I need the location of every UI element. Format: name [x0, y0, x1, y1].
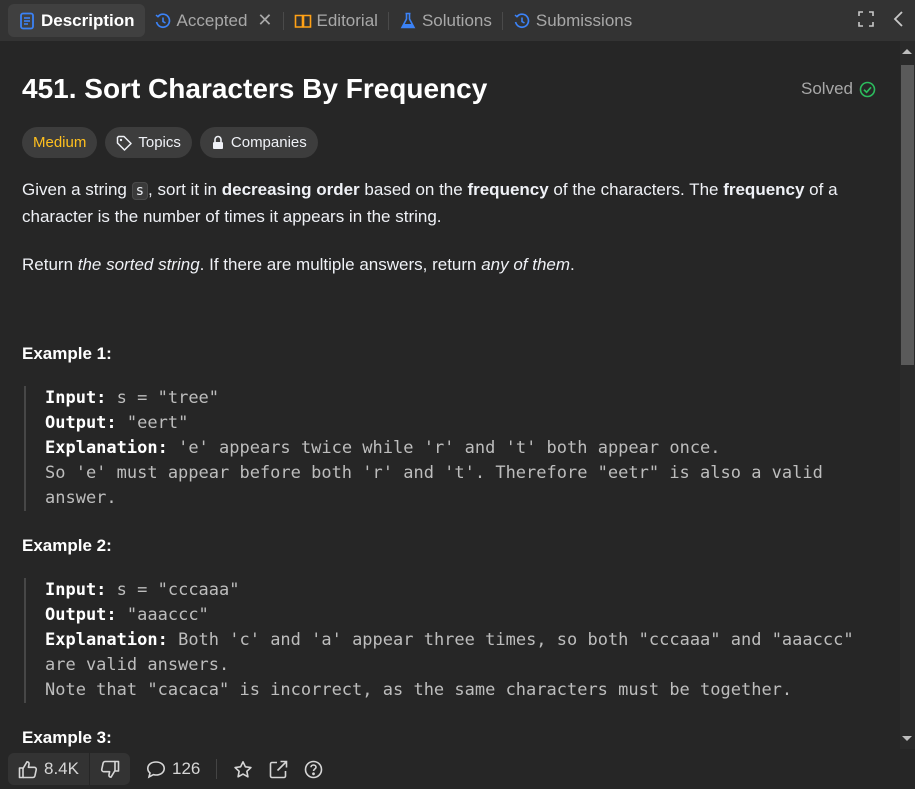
tab-divider	[387, 11, 389, 30]
input-label: Input:	[45, 388, 107, 408]
scrollbar[interactable]	[900, 41, 915, 749]
thumbs-up-icon	[18, 760, 38, 779]
input-label: Input:	[45, 580, 107, 600]
example-2-title: Example 2:	[22, 536, 112, 555]
like-button[interactable]: 8.4K	[8, 753, 89, 785]
bottom-divider	[216, 759, 218, 779]
tab-description-label: Description	[41, 10, 135, 30]
tab-editorial[interactable]: Editorial	[285, 4, 387, 37]
inline-code: s	[131, 182, 149, 200]
example-3-title: Example 3:	[22, 728, 112, 747]
collapse-icon[interactable]	[893, 10, 905, 28]
tab-bar: Description Accepted ✕ Editorial Solutio…	[0, 0, 915, 41]
solved-status: Solved	[801, 79, 876, 99]
comments-button[interactable]: 126	[146, 759, 200, 779]
text: based on the	[359, 180, 468, 199]
description-paragraph: Given a string s, sort it in decreasing …	[22, 177, 882, 230]
example-1-title: Example 1:	[22, 344, 112, 363]
tab-submissions[interactable]: Submissions	[504, 4, 641, 37]
close-icon[interactable]: ✕	[257, 10, 272, 31]
italic-text: the sorted string	[77, 255, 200, 274]
text: of the characters. The	[548, 180, 724, 199]
text: .	[570, 255, 575, 274]
maximize-icon[interactable]	[857, 10, 875, 28]
help-button[interactable]	[304, 760, 323, 779]
companies-label: Companies	[230, 134, 307, 151]
history-icon	[154, 12, 172, 30]
input-value: s = "tree"	[116, 388, 220, 408]
comment-count: 126	[171, 759, 201, 778]
lock-icon	[211, 135, 225, 150]
history-icon	[513, 12, 531, 30]
bottom-bar: 8.4K 126	[0, 749, 915, 789]
explanation-label: Explanation:	[45, 630, 168, 650]
external-link-icon	[269, 760, 288, 779]
text: . If there are multiple answers, return	[199, 255, 482, 274]
check-circle-icon	[859, 81, 876, 98]
explanation-text: So 'e' must appear before both 'r' and '…	[45, 463, 823, 483]
star-icon	[233, 760, 253, 779]
scroll-up-arrow[interactable]	[902, 49, 912, 54]
problem-description: Given a string s, sort it in decreasing …	[22, 177, 882, 300]
output-label: Output:	[45, 605, 117, 625]
topics-button[interactable]: Topics	[105, 127, 192, 158]
input-value: s = "cccaaa"	[116, 580, 240, 600]
tab-accepted[interactable]: Accepted ✕	[145, 4, 282, 37]
comment-icon	[146, 760, 166, 779]
explanation-text: 'e' appears twice while 'r' and 't' both…	[178, 438, 721, 458]
scrollbar-thumb[interactable]	[901, 65, 914, 365]
bold-text: decreasing order	[221, 180, 360, 199]
dislike-button[interactable]	[90, 753, 130, 785]
tab-editorial-label: Editorial	[316, 10, 378, 30]
text: , sort it in	[148, 180, 222, 199]
tab-solutions-label: Solutions	[421, 10, 492, 30]
output-value: "aaaccc"	[126, 605, 209, 625]
description-panel: 451. Sort Characters By Frequency Solved…	[0, 41, 900, 749]
flask-icon	[399, 12, 417, 30]
tag-icon	[116, 135, 133, 151]
favorite-button[interactable]	[233, 760, 253, 779]
vote-group: 8.4K	[8, 753, 130, 785]
problem-tags: Medium Topics Companies	[22, 127, 318, 158]
example-2-block: Input: s = "cccaaa" Output: "aaaccc" Exp…	[24, 578, 894, 703]
book-icon	[294, 12, 312, 30]
tab-description[interactable]: Description	[8, 4, 145, 37]
like-count: 8.4K	[44, 759, 79, 778]
question-circle-icon	[304, 760, 323, 779]
explanation-text: answer.	[45, 488, 117, 508]
tab-divider	[282, 11, 284, 30]
explanation-text: Both 'c' and 'a' appear three times, so …	[178, 630, 854, 650]
explanation-label: Explanation:	[45, 438, 168, 458]
share-button[interactable]	[269, 760, 288, 779]
tab-solutions[interactable]: Solutions	[390, 4, 501, 37]
tab-divider	[501, 11, 503, 30]
companies-button[interactable]: Companies	[199, 127, 318, 158]
italic-text: any of them	[481, 255, 571, 274]
description-paragraph: Return the sorted string. If there are m…	[22, 252, 882, 278]
output-label: Output:	[45, 413, 117, 433]
bold-text: frequency	[467, 180, 549, 199]
text: Return	[22, 255, 78, 274]
tab-submissions-label: Submissions	[535, 10, 633, 30]
topics-label: Topics	[138, 134, 181, 151]
example-1-block: Input: s = "tree" Output: "eert" Explana…	[24, 386, 894, 511]
output-value: "eert"	[126, 413, 189, 433]
scroll-down-arrow[interactable]	[902, 736, 912, 741]
bold-text: frequency	[723, 180, 805, 199]
thumbs-down-icon	[100, 760, 120, 779]
difficulty-badge[interactable]: Medium	[22, 127, 98, 158]
explanation-text: are valid answers.	[45, 655, 230, 675]
solved-label: Solved	[801, 79, 853, 98]
tab-accepted-label: Accepted	[176, 10, 248, 30]
problem-title: 451. Sort Characters By Frequency	[22, 73, 488, 104]
text: Given a string	[22, 180, 132, 199]
explanation-text: Note that "cacaca" is incorrect, as the …	[45, 680, 793, 700]
panel-controls	[857, 10, 905, 28]
description-icon	[18, 12, 36, 30]
